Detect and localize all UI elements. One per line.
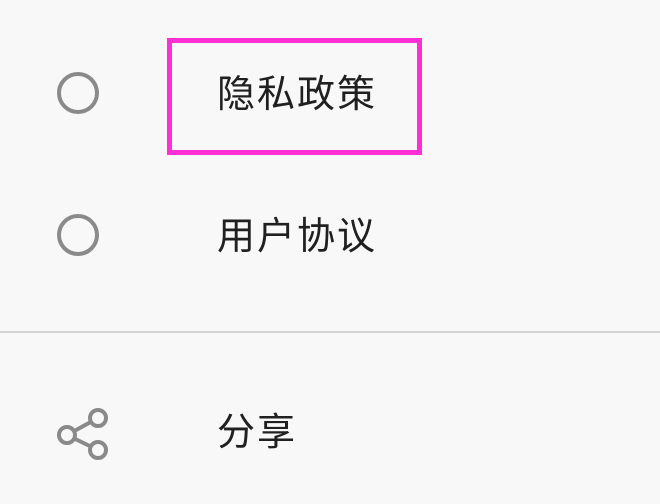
user-agreement-radio[interactable]	[57, 214, 99, 256]
share-icon	[57, 408, 108, 460]
user-agreement-label: 用户协议	[217, 214, 378, 258]
user-agreement-item[interactable]: 用户协议	[0, 188, 660, 288]
share-item[interactable]: 分享	[0, 384, 660, 484]
settings-menu: 隐私政策 用户协议 分享	[0, 0, 660, 504]
privacy-policy-label: 隐私政策	[217, 72, 378, 116]
privacy-policy-item[interactable]: 隐私政策	[0, 46, 660, 146]
share-label: 分享	[217, 410, 298, 454]
privacy-policy-radio[interactable]	[57, 72, 99, 114]
menu-divider	[0, 331, 660, 333]
